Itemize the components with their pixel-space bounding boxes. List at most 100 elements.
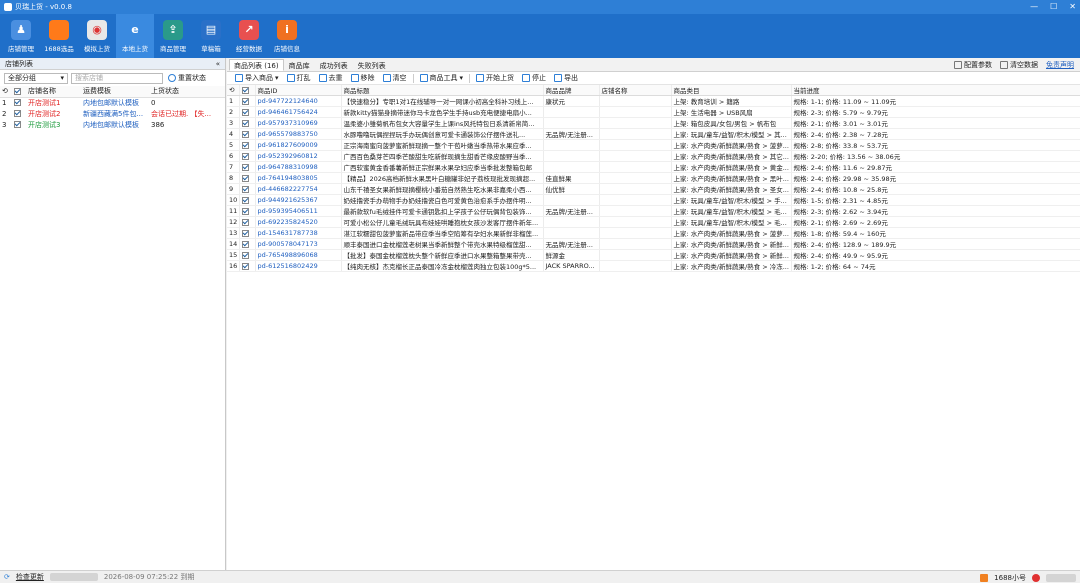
goods-title: 【精品】2026高档新鲜水果黑叶白糖罐非妃子荔枝现批发现摘超... — [341, 172, 544, 185]
goods-checkbox[interactable] — [239, 117, 256, 130]
goods-checkbox[interactable] — [239, 194, 256, 207]
goods-row[interactable]: 1 pd-947722124640 【快速稳分】专职1对1在线辅导一对一网课小初高全… — [227, 95, 1080, 108]
shop-filter-bar: 全部分组 ▾ 搜索店铺 重置状态 — [0, 70, 225, 86]
close-button[interactable]: ✕ — [1069, 2, 1076, 11]
import-button[interactable]: 导入商品 ▾ — [233, 73, 281, 83]
tab-3[interactable]: 成功列表 — [315, 59, 353, 71]
tab-4[interactable]: 失败列表 — [353, 59, 391, 71]
refresh-icon[interactable]: ⟲ — [227, 85, 240, 97]
collapse-button[interactable]: « — [216, 60, 220, 68]
row-number: 3 — [227, 117, 240, 130]
goods-id-link[interactable]: pd-446682227754 — [255, 183, 342, 196]
tab-1[interactable]: 商品列表 (16) — [229, 59, 284, 71]
goods-id-link[interactable]: pd-947722124640 — [255, 95, 342, 108]
goods-id-link[interactable]: pd-946461756424 — [255, 106, 342, 119]
goods-checkbox[interactable] — [239, 260, 256, 273]
goods-id-link[interactable]: pd-965579883750 — [255, 128, 342, 141]
shop-row[interactable]: 2 开店测试2 新疆西藏满5件包... 会话已过期. 【失... — [0, 108, 225, 119]
goods-checkbox[interactable] — [239, 95, 256, 108]
toolbar-item-7[interactable]: ↗ 经营数据 — [230, 14, 268, 58]
goods-row[interactable]: 10 pd-944921625367 奶娃撸瓷手办萌物手办奶娃撸瓷白色可爱黄色治愈系… — [227, 194, 1080, 207]
goods-progress: 规格: 2-8; 价格: 33.8 ~ 53.7元 — [791, 139, 1080, 152]
goods-checkbox[interactable] — [239, 238, 256, 251]
toolbar-item-5[interactable]: ⇪ 商品管理 — [154, 14, 192, 58]
goods-row[interactable]: 14 pd-900578047173 顺丰泰国进口金枕榴莲老树果当季新鲜整个带壳水果… — [227, 238, 1080, 251]
goods-checkbox[interactable] — [239, 161, 256, 174]
goods-checkbox[interactable] — [239, 150, 256, 163]
select-all-goods-checkbox[interactable] — [239, 85, 256, 97]
toolbar-item-4[interactable]: e 本地上货 — [116, 14, 154, 58]
toolbar-item-2[interactable]: 1688选品 — [40, 14, 78, 58]
goods-brand — [543, 139, 600, 152]
minimize-button[interactable]: — — [1030, 2, 1038, 11]
goods-id-link[interactable]: pd-692235824520 — [255, 216, 342, 229]
clear-data-button[interactable]: 清空数据 — [1000, 60, 1038, 70]
goods-row[interactable]: 3 pd-957937310969 温柔婆小雏菊帆布包女大容量学生上课ins风托特包… — [227, 117, 1080, 130]
stop-button[interactable]: 停止 — [520, 73, 548, 83]
goods-id-link[interactable]: pd-961827609009 — [255, 139, 342, 152]
goods-id-link[interactable]: pd-952392960812 — [255, 150, 342, 163]
goods-row[interactable]: 2 pd-946461756424 新款kitty猫猫身摘带迷你马卡龙色学生手持us… — [227, 106, 1080, 119]
goods-checkbox[interactable] — [239, 216, 256, 229]
tools-label: 商品工具 — [429, 74, 458, 82]
refresh-icon[interactable]: ⟲ — [0, 86, 12, 98]
masked-account — [1046, 574, 1076, 582]
goods-checkbox[interactable] — [239, 183, 256, 196]
goods-row[interactable]: 8 pd-764194803805 【精品】2026高档新鲜水果黑叶白糖罐非妃子荔枝… — [227, 172, 1080, 185]
toolbar-item-6[interactable]: ▤ 草稿箱 — [192, 14, 230, 58]
goods-checkbox[interactable] — [239, 205, 256, 218]
goods-row[interactable]: 12 pd-692235824520 可爱小松公仔儿童毛绒玩具布娃娃哄睡抱枕女孩沙发… — [227, 216, 1080, 229]
config-params-button[interactable]: 配置参数 — [954, 60, 992, 70]
export-button[interactable]: 导出 — [552, 73, 580, 83]
goods-row[interactable]: 15 pd-765498896068 【批发】泰国金枕榴莲枕头整个新鲜应季进口水果整… — [227, 249, 1080, 262]
goods-id-link[interactable]: pd-944921625367 — [255, 194, 342, 207]
goods-id-link[interactable]: pd-154631787738 — [255, 227, 342, 240]
remove-button[interactable]: 移除 — [349, 73, 377, 83]
goods-checkbox[interactable] — [239, 227, 256, 240]
shuffle-button[interactable]: 打乱 — [285, 73, 313, 83]
toolbar-item-8[interactable]: i 店铺信息 — [268, 14, 306, 58]
toolbar-item-1[interactable]: ♟ 店铺管理 — [2, 14, 40, 58]
goods-row[interactable]: 16 pd-612516802429 【纯肉无核】杰克榴长正品泰国冷冻金枕榴莲肉独立… — [227, 260, 1080, 273]
shop-checkbox[interactable] — [12, 97, 26, 108]
goods-checkbox[interactable] — [239, 172, 256, 185]
reset-status-button[interactable]: 重置状态 — [168, 73, 206, 83]
clear-button[interactable]: 清空 — [381, 73, 409, 83]
freight-template: 内地包邮默认模板 — [83, 98, 139, 107]
goods-id-link[interactable]: pd-957937310969 — [255, 117, 342, 130]
disclaimer-link[interactable]: 免责声明 — [1046, 60, 1074, 70]
toolbar-item-3[interactable]: ◉ 模拟上货 — [78, 14, 116, 58]
check-update-link[interactable]: 检查更新 — [16, 572, 44, 582]
select-all-checkbox[interactable] — [12, 86, 26, 98]
goods-row[interactable]: 6 pd-952392960812 广西百色桑芽芒四季芒酸甜生吃新鲜现摘生甜香芒缘皮… — [227, 150, 1080, 163]
start-label: 开始上货 — [486, 74, 515, 82]
goods-checkbox[interactable] — [239, 128, 256, 141]
group-select[interactable]: 全部分组 ▾ — [4, 72, 68, 84]
shop-checkbox[interactable] — [12, 108, 26, 119]
goods-id-link[interactable]: pd-964788310998 — [255, 161, 342, 174]
shop-search-input[interactable]: 搜索店铺 — [71, 72, 163, 84]
goods-row[interactable]: 13 pd-154631787738 湛江软糯甜包菠萝蜜新品带应季当季空陷筹有孕妇水… — [227, 227, 1080, 240]
goods-checkbox[interactable] — [239, 249, 256, 262]
goods-row[interactable]: 7 pd-964788310998 广西软蜜黄金香番薯新鲜正宗鲜果水果孕妇应季当季批… — [227, 161, 1080, 174]
goods-row[interactable]: 9 pd-446682227754 山东千禧圣女果新鲜现摘樱桃小番茄自然熟生吃水果非… — [227, 183, 1080, 196]
maximize-button[interactable]: ☐ — [1050, 2, 1057, 11]
goods-row[interactable]: 4 pd-965579883750 水豚噜噜玩偶捏捏玩手办玩偶创意可爱卡通装饰公仔摆… — [227, 128, 1080, 141]
goods-row[interactable]: 11 pd-959395406511 最新款软fu毛绒挂件可爱卡通钥匙扣上学孩子公仔… — [227, 205, 1080, 218]
tools-button[interactable]: 商品工具 ▾ — [418, 73, 466, 83]
shop-checkbox[interactable] — [12, 119, 26, 130]
dedupe-button[interactable]: 去重 — [317, 73, 345, 83]
shop-row[interactable]: 1 开店测试1 内地包邮默认模板 0 — [0, 97, 225, 108]
goods-id-link[interactable]: pd-900578047173 — [255, 238, 342, 251]
account-label[interactable]: 1688小号 — [994, 573, 1026, 583]
goods-id-link[interactable]: pd-612516802429 — [255, 260, 342, 273]
goods-id-link[interactable]: pd-764194803805 — [255, 172, 342, 185]
goods-id-link[interactable]: pd-765498896068 — [255, 249, 342, 262]
goods-row[interactable]: 5 pd-961827609009 正宗海南蜜向菠萝蜜新鲜现摘一整个干苞叶嫩当季热带… — [227, 139, 1080, 152]
goods-checkbox[interactable] — [239, 106, 256, 119]
goods-checkbox[interactable] — [239, 139, 256, 152]
start-button[interactable]: 开始上货 — [474, 73, 516, 83]
shop-row[interactable]: 3 开店测试3 内地包邮默认模板 386 — [0, 119, 225, 130]
tab-2[interactable]: 商品库 — [284, 59, 315, 71]
goods-id-link[interactable]: pd-959395406511 — [255, 205, 342, 218]
